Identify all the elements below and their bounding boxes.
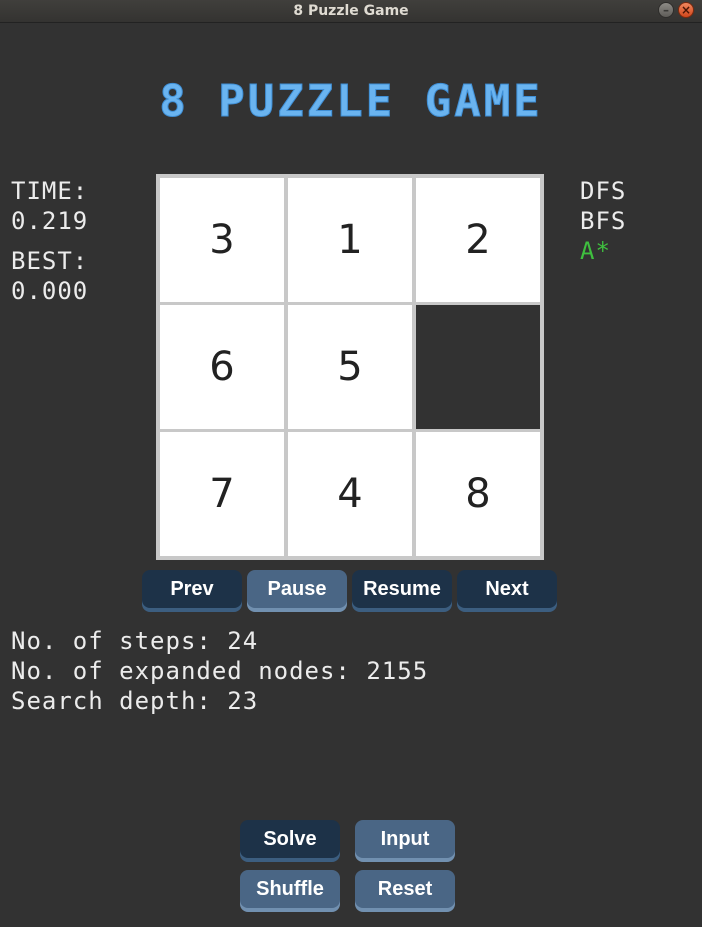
best-value: 0.000 <box>11 277 89 305</box>
expanded-nodes-value: 2155 <box>366 657 429 685</box>
steps-value: 24 <box>227 627 259 655</box>
algo-option-bfs[interactable]: BFS <box>580 206 626 236</box>
shuffle-button[interactable]: Shuffle <box>240 870 340 908</box>
search-stats: No. of steps: 24 No. of expanded nodes: … <box>11 626 428 716</box>
algo-option-astar[interactable]: A* <box>580 236 626 266</box>
expanded-nodes-stat: No. of expanded nodes: 2155 <box>11 656 428 686</box>
tile[interactable]: 5 <box>288 305 412 429</box>
search-depth-label: Search depth: <box>11 687 212 715</box>
algorithm-selector: DFS BFS A* <box>580 176 626 266</box>
window-title: 8 Puzzle Game <box>293 3 409 19</box>
next-button[interactable]: Next <box>457 570 557 608</box>
empty-tile <box>416 305 540 429</box>
time-value: 0.219 <box>11 207 89 235</box>
steps-label: No. of steps: <box>11 627 212 655</box>
algo-option-dfs[interactable]: DFS <box>580 176 626 206</box>
tile[interactable]: 1 <box>288 178 412 302</box>
time-label: TIME: <box>11 177 89 205</box>
prev-button[interactable]: Prev <box>142 570 242 608</box>
title-bar: 8 Puzzle Game – × <box>0 0 702 23</box>
puzzle-board: 3 1 2 6 5 7 4 8 <box>156 174 544 560</box>
game-window: 8 Puzzle Game – × 8 PUZZLE GAME TIME: 0.… <box>0 0 702 927</box>
steps-stat: No. of steps: 24 <box>11 626 428 656</box>
pause-button[interactable]: Pause <box>247 570 347 608</box>
search-depth-stat: Search depth: 23 <box>11 686 428 716</box>
input-button[interactable]: Input <box>355 820 455 858</box>
game-title: 8 PUZZLE GAME <box>159 76 543 128</box>
tile[interactable]: 7 <box>160 432 284 556</box>
tile[interactable]: 8 <box>416 432 540 556</box>
tile[interactable]: 6 <box>160 305 284 429</box>
resume-button[interactable]: Resume <box>352 570 452 608</box>
solve-button[interactable]: Solve <box>240 820 340 858</box>
best-label: BEST: <box>11 247 89 275</box>
minimize-icon[interactable]: – <box>658 2 674 18</box>
tile[interactable]: 3 <box>160 178 284 302</box>
search-depth-value: 23 <box>227 687 259 715</box>
close-icon[interactable]: × <box>678 2 694 18</box>
tile[interactable]: 2 <box>416 178 540 302</box>
tile[interactable]: 4 <box>288 432 412 556</box>
reset-button[interactable]: Reset <box>355 870 455 908</box>
expanded-nodes-label: No. of expanded nodes: <box>11 657 351 685</box>
